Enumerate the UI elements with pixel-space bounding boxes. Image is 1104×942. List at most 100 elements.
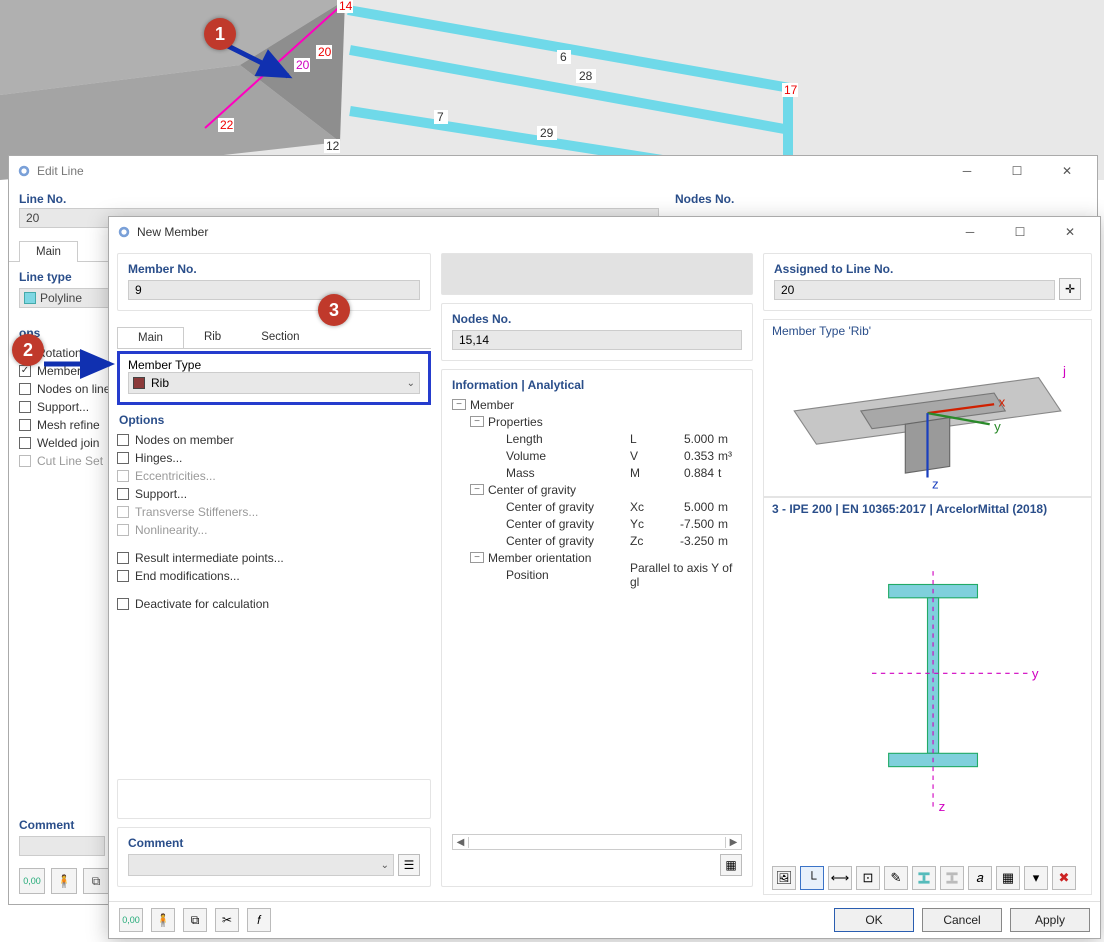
edit-line-title: Edit Line [37, 164, 84, 178]
nodes-no-label: Nodes No. [675, 192, 1087, 206]
function-button[interactable]: 𝑓 [247, 908, 271, 932]
options-label: Options [119, 413, 431, 427]
svg-text:29: 29 [540, 126, 554, 140]
opt-hinges[interactable]: Hinges... [117, 449, 431, 467]
chevron-down-icon: ⌄ [381, 860, 389, 871]
close-button[interactable]: ✕ [1045, 157, 1089, 185]
units-button[interactable]: 0,00 [119, 908, 143, 932]
opt-transverse: Transverse Stiffeners... [117, 503, 431, 521]
info-table-button[interactable]: ▦ [720, 854, 742, 876]
member-type-highlight: Member Type Rib ⌄ [117, 351, 431, 405]
tool-ibeam-gray-icon[interactable] [940, 866, 964, 890]
comment-label: Comment [128, 836, 420, 850]
opt-deactivate[interactable]: Deactivate for calculation [117, 595, 431, 613]
section-preview: 3 - IPE 200 | EN 10365:2017 | ArcelorMit… [763, 497, 1092, 895]
maximize-button[interactable]: ☐ [995, 157, 1039, 185]
svg-text:20: 20 [318, 45, 332, 59]
tool-axes-icon[interactable]: └ [800, 866, 824, 890]
member-type-select[interactable]: Rib ⌄ [128, 372, 420, 394]
edit-line-titlebar[interactable]: Edit Line ─ ☐ ✕ [9, 156, 1097, 186]
new-member-title: New Member [137, 225, 208, 239]
assigned-field[interactable]: 20 [774, 280, 1055, 300]
callout-3: 3 [318, 294, 350, 326]
tool-delete-icon[interactable]: ✖ [1052, 866, 1076, 890]
minimize-button[interactable]: ─ [945, 157, 989, 185]
info-h-scrollbar[interactable]: ◀▶ [452, 834, 742, 850]
apply-button[interactable]: Apply [1010, 908, 1090, 932]
preview-title: Member Type 'Rib' [772, 324, 1083, 338]
chevron-down-icon: ⌄ [407, 378, 415, 389]
itab-section[interactable]: Section [241, 327, 319, 348]
tool-units-icon[interactable]: 0,00 [19, 868, 45, 894]
opt-support[interactable]: Support... [117, 485, 431, 503]
tab-main[interactable]: Main [19, 241, 78, 262]
opt-nonlinearity: Nonlinearity... [117, 521, 431, 539]
tool-labels-icon[interactable]: 𝑎 [968, 866, 992, 890]
nodes-no-label: Nodes No. [452, 312, 742, 326]
svg-text:j: j [1062, 363, 1066, 378]
line-type-value: Polyline [40, 291, 82, 305]
svg-text:x: x [999, 394, 1006, 409]
opt-nodes-on-member[interactable]: Nodes on member [117, 431, 431, 449]
assigned-label: Assigned to Line No. [774, 262, 1055, 276]
cancel-button[interactable]: Cancel [922, 908, 1002, 932]
itab-rib[interactable]: Rib [184, 327, 241, 348]
minimize-button[interactable]: ─ [948, 218, 992, 246]
edit-line-comment-field[interactable] [19, 836, 105, 856]
comment-field[interactable]: ⌄ [128, 854, 394, 876]
new-member-titlebar[interactable]: New Member ─ ☐ ✕ [109, 217, 1100, 247]
new-member-footer: 0,00 🧍 ⧉ ✂ 𝑓 OK Cancel Apply [109, 901, 1100, 938]
layers-button[interactable]: ⧉ [183, 908, 207, 932]
member-no-label: Member No. [128, 262, 420, 276]
svg-text:14: 14 [339, 0, 353, 13]
svg-text:17: 17 [784, 83, 798, 97]
rib-color-swatch [133, 377, 145, 389]
tool-edit-icon[interactable]: ✎ [884, 866, 908, 890]
info-title: Information | Analytical [452, 378, 742, 392]
tool-dropdown-icon[interactable]: ▾ [1024, 866, 1048, 890]
member-type-label: Member Type [128, 358, 420, 372]
app-icon [17, 164, 31, 178]
ok-button[interactable]: OK [834, 908, 914, 932]
edit-line-comment-label: Comment [19, 818, 109, 832]
tool-layers-icon[interactable]: ⧉ [83, 868, 109, 894]
callout-1: 1 [204, 18, 236, 50]
model-viewport[interactable]: 14 20 20 22 12 17 6 28 7 29 [0, 0, 1104, 180]
member-options: Nodes on member Hinges... Eccentricities… [117, 431, 431, 613]
info-tree[interactable]: −Member −Properties LengthL5.000m Volume… [452, 396, 742, 583]
svg-text:z: z [932, 477, 939, 492]
nodes-no-field[interactable]: 15,14 [452, 330, 742, 350]
maximize-button[interactable]: ☐ [998, 218, 1042, 246]
pick-line-button[interactable]: ✛ [1059, 278, 1081, 300]
svg-text:y: y [994, 419, 1001, 434]
close-button[interactable]: ✕ [1048, 218, 1092, 246]
opt-eccentricities: Eccentricities... [117, 467, 431, 485]
member-type-preview: Member Type 'Rib' x y z j [763, 319, 1092, 497]
section-toolbar: 🖼 └ ⟷ ⊡ ✎ 𝑎 ▦ ▾ ✖ [772, 866, 1083, 890]
delete-layer-button[interactable]: ✂ [215, 908, 239, 932]
person-button[interactable]: 🧍 [151, 908, 175, 932]
tool-ibeam-icon[interactable] [912, 866, 936, 890]
tool-points-icon[interactable]: ⊡ [856, 866, 880, 890]
svg-text:28: 28 [579, 69, 593, 83]
svg-text:z: z [939, 799, 946, 814]
comment-more-button[interactable]: ☰ [398, 854, 420, 876]
opt-end-modifications[interactable]: End modifications... [117, 567, 431, 585]
colA-empty-group [117, 779, 431, 819]
member-no-field[interactable]: 9 [128, 280, 420, 300]
itab-main[interactable]: Main [117, 327, 184, 348]
svg-text:7: 7 [437, 110, 444, 124]
app-icon [117, 225, 131, 239]
tool-grid-icon[interactable]: ▦ [996, 866, 1020, 890]
polyline-icon [24, 292, 36, 304]
opt-result-intermediate[interactable]: Result intermediate points... [117, 549, 431, 567]
line-no-label: Line No. [19, 192, 659, 206]
tool-view-icon[interactable]: 🖼 [772, 866, 796, 890]
member-type-value: Rib [151, 376, 169, 390]
information-analytical-group: Information | Analytical −Member −Proper… [441, 369, 753, 887]
colB-empty-top [441, 253, 753, 295]
svg-text:12: 12 [326, 139, 340, 153]
svg-text:y: y [1032, 666, 1039, 681]
tool-dims-icon[interactable]: ⟷ [828, 866, 852, 890]
tool-person-icon[interactable]: 🧍 [51, 868, 77, 894]
